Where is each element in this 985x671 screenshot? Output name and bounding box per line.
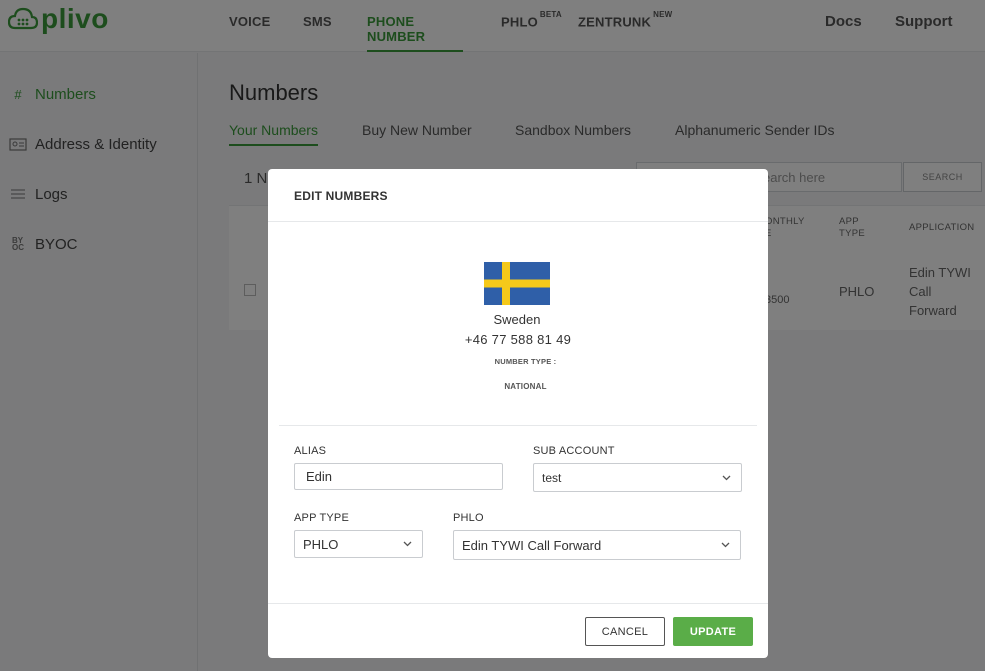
divider (268, 603, 768, 604)
divider (268, 221, 768, 222)
phlo-value: Edin TYWI Call Forward (462, 537, 602, 553)
sweden-flag-icon (484, 262, 550, 305)
app-type-select[interactable]: PHLO (294, 530, 423, 558)
number-type-label: NUMBER TYPE : (494, 357, 557, 366)
update-button[interactable]: UPDATE (673, 617, 753, 646)
alias-label: ALIAS (294, 445, 327, 457)
number-type-value: NATIONAL (504, 382, 547, 391)
alias-field[interactable] (294, 463, 503, 490)
phone-number: +46 77 588 81 49 (464, 332, 572, 347)
sub-account-value: test (542, 470, 562, 485)
edit-numbers-modal: EDIT NUMBERS Sweden +46 77 588 81 49 NUM… (268, 169, 768, 658)
divider (279, 425, 757, 426)
chevron-down-icon (722, 475, 731, 480)
modal-title: EDIT NUMBERS (294, 189, 388, 203)
country-name: Sweden (493, 312, 541, 327)
sub-account-label: SUB ACCOUNT (533, 445, 615, 457)
phlo-select[interactable]: Edin TYWI Call Forward (453, 530, 741, 560)
cancel-button[interactable]: CANCEL (585, 617, 665, 646)
phlo-label: PHLO (453, 512, 484, 524)
app-type-value: PHLO (303, 536, 339, 552)
chevron-down-icon (721, 542, 730, 548)
chevron-down-icon (403, 541, 412, 547)
app-type-label: APP TYPE (294, 512, 349, 524)
sub-account-select[interactable]: test (533, 463, 742, 492)
